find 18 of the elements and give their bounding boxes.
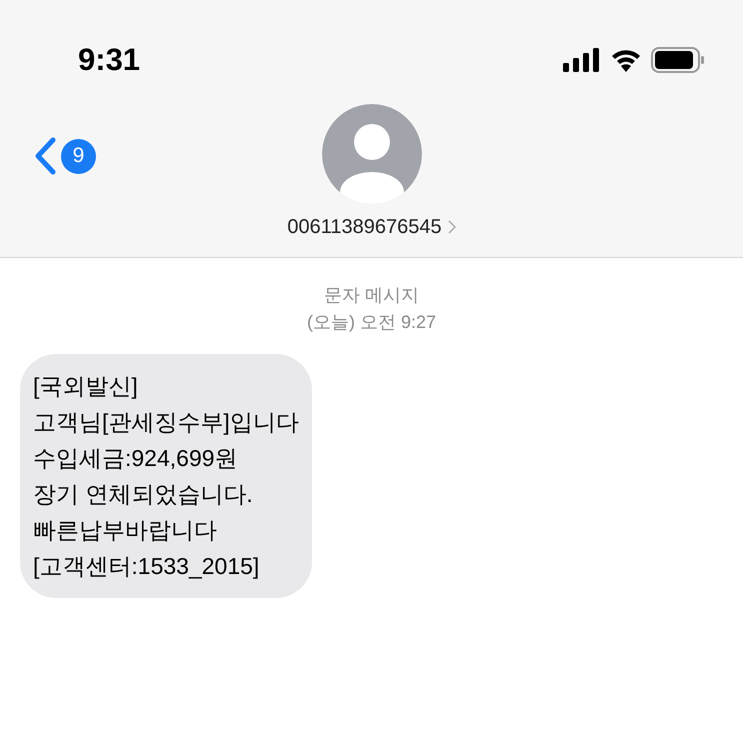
- message-line: [국외발신]: [33, 372, 139, 401]
- unread-badge: 9: [61, 138, 96, 174]
- thread-label: 문자 메시지: [324, 284, 419, 307]
- message-timestamp: (오늘) 오전 9:27: [306, 311, 436, 334]
- contact-number[interactable]: 00611389676545: [287, 212, 442, 242]
- back-button[interactable]: 9: [33, 137, 96, 175]
- battery-icon: [651, 47, 705, 73]
- back-chevron-icon: [33, 137, 57, 175]
- message-line: 고객님[관세징수부]입니다: [33, 408, 299, 437]
- message-line: 빠른납부바랍니다: [33, 516, 218, 545]
- status-time: 9:31: [78, 40, 140, 79]
- avatar-icon: [322, 104, 422, 204]
- signal-icon: [563, 48, 601, 72]
- message-line: [고객센터:1533_2015]: [33, 552, 260, 581]
- chevron-right-icon: [448, 220, 456, 234]
- message-line: 장기 연체되었습니다.: [33, 480, 254, 509]
- wifi-icon: [611, 48, 641, 72]
- message-line: 수입세금:924,699원: [33, 444, 239, 473]
